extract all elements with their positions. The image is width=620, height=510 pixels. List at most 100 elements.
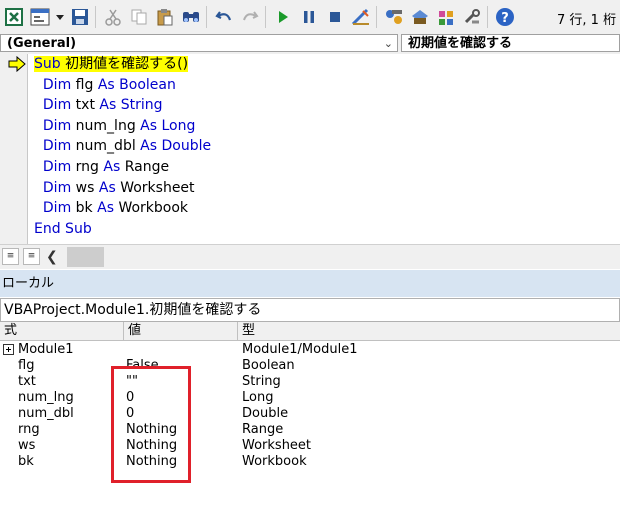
cut-icon[interactable] <box>101 5 125 29</box>
code-text: bk <box>71 200 98 217</box>
code-line[interactable]: Dim rng As Range <box>34 157 211 178</box>
locals-row[interactable]: num_lng 0 Long <box>0 390 620 406</box>
toolbar-separator <box>206 6 207 28</box>
row-expression: bk <box>18 454 34 469</box>
userform-icon[interactable] <box>28 5 52 29</box>
undo-icon[interactable] <box>212 5 236 29</box>
row-expression: flg <box>18 358 35 373</box>
horizontal-scrollbar-thumb[interactable] <box>67 247 104 267</box>
margin-indicator-bar[interactable] <box>0 54 28 244</box>
code-keyword: Dim <box>42 158 72 175</box>
code-text: rng <box>71 158 104 175</box>
code-line[interactable]: Dim txt As String <box>34 95 211 116</box>
locals-row[interactable]: flg False Boolean <box>0 358 620 374</box>
toolbar-separator <box>95 6 96 28</box>
code-line[interactable]: Dim num_dbl As Double <box>34 136 211 157</box>
dropdown-arrow-icon[interactable] <box>54 5 66 29</box>
annotation-highlight-box <box>111 366 191 483</box>
code-line[interactable]: End Sub <box>34 219 211 240</box>
break-icon[interactable] <box>297 5 321 29</box>
row-expression: rng <box>18 422 40 437</box>
locals-row[interactable]: txt "" String <box>0 374 620 390</box>
help-icon[interactable]: ? <box>493 5 517 29</box>
toolbar-separator <box>376 6 377 28</box>
row-type: Range <box>242 422 284 437</box>
code-keyword: Sub <box>34 56 61 72</box>
code-text: num_lng <box>71 117 141 134</box>
code-window-bottom-bar: ≡ ≡ ❮ <box>0 244 620 269</box>
locals-context: VBAProject.Module1.初期値を確認する <box>0 298 620 322</box>
find-icon[interactable] <box>179 5 203 29</box>
code-line[interactable]: Dim ws As Worksheet <box>34 178 211 199</box>
row-type: Worksheet <box>242 438 312 453</box>
object-combo-box[interactable]: (General) ⌄ <box>0 34 398 52</box>
code-keyword: As Double <box>140 138 212 155</box>
code-keyword: As Boolean <box>97 76 176 93</box>
locals-grid: 式 値 型 Module1 Module1/Module1 flg False … <box>0 322 620 510</box>
locals-window-title: ローカル <box>0 270 620 297</box>
row-expression: num_lng <box>18 390 74 405</box>
code-keyword: Dim <box>42 179 72 196</box>
cursor-position-indicator: 7 行, 1 桁 <box>557 13 617 28</box>
code-keyword: End Sub <box>34 220 92 237</box>
toolbar-separator <box>487 6 488 28</box>
code-text: 初期値を確認する() <box>60 56 189 72</box>
scroll-left-icon[interactable]: ❮ <box>46 248 58 266</box>
row-expression: ws <box>18 438 36 453</box>
code-line[interactable]: Sub 初期値を確認する() <box>34 54 211 75</box>
save-icon[interactable] <box>68 5 92 29</box>
code-keyword: Dim <box>42 97 72 114</box>
code-text: Range <box>120 158 170 175</box>
object-browser-icon[interactable] <box>434 5 458 29</box>
redo-icon[interactable] <box>238 5 262 29</box>
locals-row[interactable]: ws Nothing Worksheet <box>0 438 620 454</box>
paste-icon[interactable] <box>153 5 177 29</box>
design-mode-icon[interactable] <box>349 5 373 29</box>
row-expression: Module1 <box>18 342 74 357</box>
procedure-combo-value: 初期値を確認する <box>408 36 513 51</box>
locals-row[interactable]: bk Nothing Workbook <box>0 454 620 470</box>
code-text: txt <box>71 97 100 114</box>
toolbox-icon[interactable] <box>460 5 484 29</box>
row-type: Long <box>242 390 274 405</box>
locals-row-module[interactable]: Module1 Module1/Module1 <box>0 342 620 358</box>
project-explorer-icon[interactable] <box>382 5 406 29</box>
column-header-expression[interactable]: 式 <box>0 322 124 340</box>
code-text: num_dbl <box>71 138 141 155</box>
code-lines: Sub 初期値を確認する() Dim flg As Boolean Dim tx… <box>34 54 211 239</box>
column-header-type[interactable]: 型 <box>238 322 620 340</box>
code-line[interactable]: Dim bk As Workbook <box>34 198 211 219</box>
procedure-view-button[interactable]: ≡ <box>2 248 19 265</box>
code-keyword: Dim <box>42 76 72 93</box>
code-line[interactable]: Dim num_lng As Long <box>34 116 211 137</box>
properties-icon[interactable] <box>408 5 432 29</box>
run-icon[interactable] <box>271 5 295 29</box>
code-keyword: As <box>103 158 121 175</box>
reset-icon[interactable] <box>323 5 347 29</box>
locals-row[interactable]: rng Nothing Range <box>0 422 620 438</box>
code-keyword: As Long <box>140 117 196 134</box>
code-keyword: As String <box>99 97 163 114</box>
code-editor[interactable]: Sub 初期値を確認する() Dim flg As Boolean Dim tx… <box>0 54 620 244</box>
locals-row[interactable]: num_dbl 0 Double <box>0 406 620 422</box>
excel-icon[interactable] <box>2 5 26 29</box>
code-line[interactable]: Dim flg As Boolean <box>34 75 211 96</box>
column-header-value[interactable]: 値 <box>124 322 238 340</box>
code-window-combo-bar: (General) ⌄ 初期値を確認する <box>0 34 620 54</box>
expand-plus-icon[interactable] <box>3 344 14 355</box>
row-type: String <box>242 374 281 389</box>
copy-icon[interactable] <box>127 5 151 29</box>
locals-grid-header: 式 値 型 <box>0 322 620 341</box>
code-text: ws <box>71 179 99 196</box>
row-expression: num_dbl <box>18 406 74 421</box>
procedure-combo-box[interactable]: 初期値を確認する <box>401 34 620 52</box>
chevron-down-icon[interactable]: ⌄ <box>384 35 393 51</box>
toolbar-separator <box>265 6 266 28</box>
full-module-view-button[interactable]: ≡ <box>23 248 40 265</box>
